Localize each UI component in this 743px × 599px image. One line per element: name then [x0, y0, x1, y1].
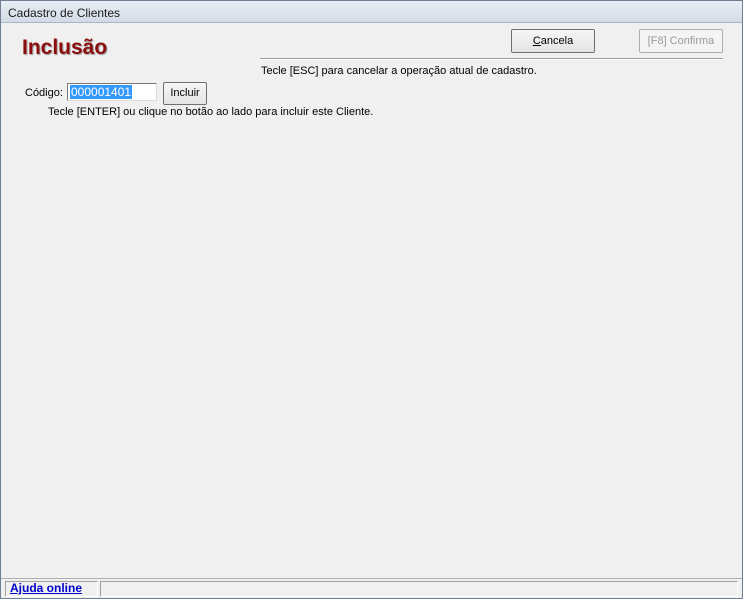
include-button[interactable]: Incluir [163, 82, 207, 105]
window-title: Cadastro de Clientes [8, 6, 121, 20]
enter-hint: Tecle [ENTER] ou clique no botão ao lado… [48, 106, 374, 118]
esc-hint: Tecle [ESC] para cancelar a operação atu… [261, 65, 537, 77]
title-bar[interactable]: Cadastro de Clientes [1, 1, 742, 23]
cancel-button[interactable]: Cancela [511, 29, 595, 53]
cancel-mnemonic: C [532, 35, 541, 47]
code-input[interactable]: 000001401 [67, 83, 157, 101]
code-label: Código: [25, 87, 63, 99]
divider [260, 58, 723, 60]
mode-title: Inclusão [22, 36, 108, 59]
code-value: 000001401 [70, 85, 133, 99]
cancel-label: ancela [540, 35, 574, 47]
confirm-button[interactable]: [F8] Confirma [639, 29, 723, 53]
status-cell-info [100, 581, 738, 597]
status-bar: Ajuda online [1, 578, 742, 598]
help-online-link[interactable]: Ajuda online [10, 581, 82, 595]
main-window: Cadastro de Clientes Inclusão Cancela [F… [0, 0, 743, 599]
